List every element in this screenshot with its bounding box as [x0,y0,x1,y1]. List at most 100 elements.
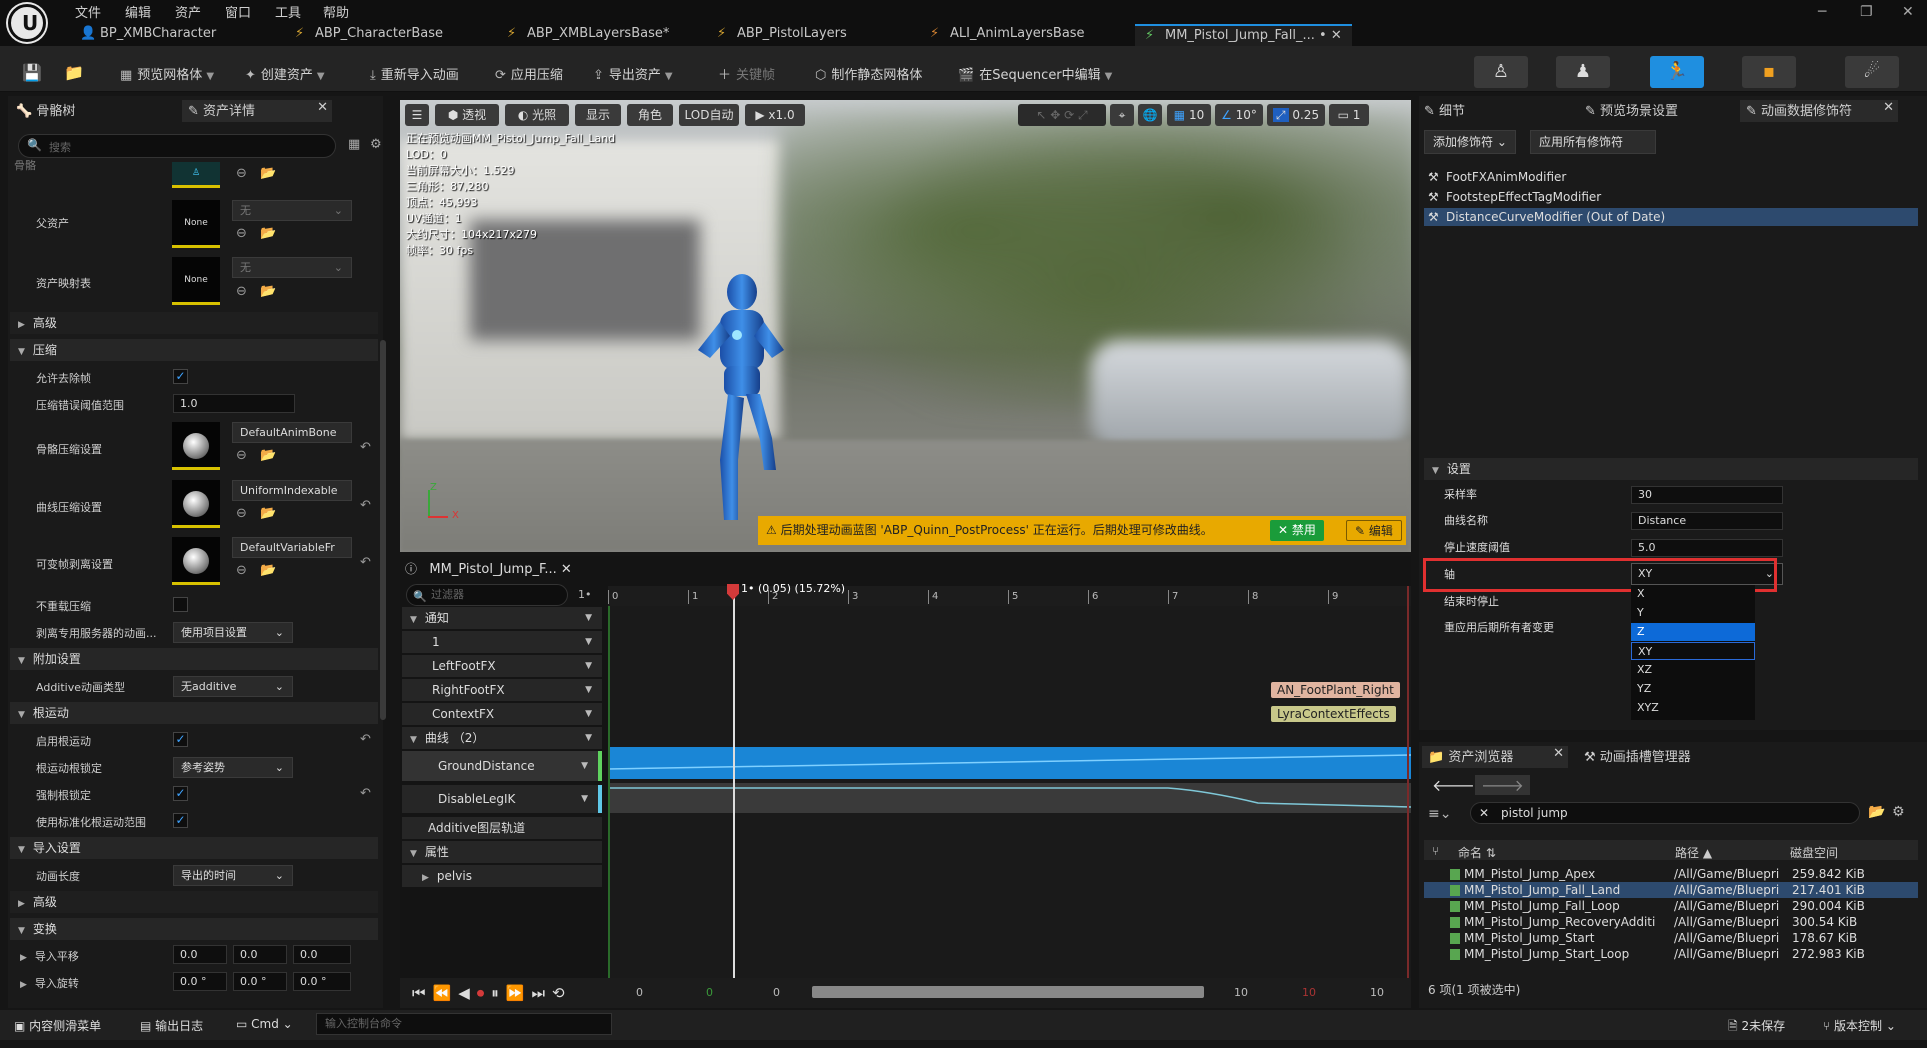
doc-tab-abp-characterbase[interactable]: ⚡ ABP_CharacterBase [295,26,443,46]
track-additive-layers[interactable]: Additive图层轨道 [402,817,602,839]
create-asset-button[interactable]: ✦ 创建资产 ▼ [245,64,325,84]
character-mannequin[interactable] [680,270,800,540]
asset-row[interactable]: MM_Pistol_Jump_Apex/All/Game/Bluepri 259.… [1424,866,1918,882]
tab-details[interactable]: ✎ 细节 [1424,100,1465,122]
name-column-header[interactable]: 命名 ⇅ [1458,844,1496,861]
root-motion-section[interactable]: ▼ 根运动 [10,702,378,724]
console-input[interactable]: 输入控制台命令 [316,1013,612,1035]
maximize-icon[interactable]: ❐ [1860,4,1873,20]
curve-name-field[interactable]: Distance [1631,512,1783,530]
no-compress-checkbox[interactable] [173,597,188,612]
notify-lyra-context[interactable]: LyraContextEffects [1271,706,1396,722]
anim-length-dropdown[interactable]: 导出的时间 ⌄ [173,865,293,886]
browse-asset-icon[interactable]: 📂 [260,166,276,181]
close-window-icon[interactable]: ✕ [1902,4,1914,20]
normalized-root-checkbox[interactable]: ✓ [173,813,188,828]
menu-tools[interactable]: 工具 [275,2,301,22]
axis-option-y[interactable]: Y [1631,604,1755,622]
tab-asset-browser[interactable]: 📁 资产浏览器 ✕ [1422,746,1568,768]
forward-arrow-icon[interactable]: 🡒 [1475,775,1530,795]
preview-mesh-button[interactable]: ▦ 预览网格体 ▼ [120,64,214,84]
output-log-button[interactable]: ▤ 输出日志 [140,1017,203,1034]
settings-section[interactable]: ▼ 设置 [1424,458,1918,480]
angle-snap-button[interactable]: ∠ 10° [1215,104,1263,126]
rotation-x-field[interactable]: 0.0 ° [173,972,227,991]
dropdown-icon[interactable]: ▼ [585,607,592,629]
menu-help[interactable]: 帮助 [323,2,349,22]
minimize-icon[interactable]: ─ [1818,4,1826,20]
translation-x-field[interactable]: 0.0 [173,945,227,964]
browse-asset-icon[interactable]: 📂 [260,506,276,521]
settings-gear-icon[interactable]: ⚙ [370,137,382,152]
reset-to-default-icon[interactable]: ↶ [360,732,371,747]
left-scrollbar[interactable] [380,340,386,720]
asset-row[interactable]: MM_Pistol_Jump_Fall_Loop/All/Game/Bluepr… [1424,898,1918,914]
source-control-button[interactable]: ⑂ 版本控制 ⌄ [1823,1017,1896,1034]
track-notifies[interactable]: ▼ 通知 ▼ [402,607,602,629]
grid-view-icon[interactable]: ▦ [348,137,360,152]
cmd-dropdown[interactable]: ▭ Cmd ⌄ [236,1017,293,1031]
reset-to-default-icon[interactable]: ↶ [360,440,371,455]
axis-option-xy[interactable]: XY [1631,642,1755,660]
edit-in-sequencer-button[interactable]: 🎬 在Sequencer中编辑 ▼ [958,64,1112,84]
advanced-section-2[interactable]: ▶ 高级 [10,891,378,913]
play-reverse-icon[interactable]: ◀ [458,984,477,1002]
loop-icon[interactable]: ⟲ [552,984,572,1002]
menu-asset[interactable]: 资产 [175,2,201,22]
rotation-z-field[interactable]: 0.0 ° [293,972,351,991]
tab-anim-modifiers[interactable]: ✎ 动画数据修饰符 ✕ [1740,100,1898,122]
physics-mode-button[interactable]: ☄ [1845,56,1899,88]
dropdown-icon[interactable]: ▼ [581,785,588,813]
allow-strip-checkbox[interactable]: ✓ [173,369,188,384]
modifier-item-footstep[interactable]: ⚒ FootstepEffectTagModifier [1424,188,1918,206]
doc-tab-abp-xmblayersbase[interactable]: ⚡ ABP_XMBLayersBase* [507,26,669,46]
use-selected-icon[interactable]: ⊖ [236,506,247,521]
keyframe-button[interactable]: ＋ 关键帧 [718,64,775,84]
mesh-mode-button[interactable]: ♟ [1556,56,1610,88]
dropdown-icon[interactable]: ▼ [585,703,592,725]
curve-compression-dropdown[interactable]: UniformIndexable [232,480,352,501]
browse-asset-icon[interactable]: 📂 [260,226,276,241]
axis-option-z[interactable]: Z [1631,623,1755,641]
add-modifier-button[interactable]: 添加修饰符 ⌄ [1424,130,1516,154]
track-disablelegik[interactable]: DisableLegIK ▼ [402,785,602,813]
skeleton-mode-button[interactable]: ♙ [1474,56,1528,88]
asset-row[interactable]: MM_Pistol_Jump_Start_Loop/All/Game/Bluep… [1424,946,1918,962]
scale-snap-button[interactable]: ⤢ 0.25 [1267,104,1325,126]
stop-threshold-field[interactable]: 5.0 [1631,539,1783,557]
reimport-button[interactable]: ⤓ 重新导入动画 [370,64,459,84]
close-tab-icon[interactable]: ✕ [561,562,572,577]
tab-asset-details[interactable]: ✎ 资产详情 ✕ [182,100,332,122]
modifier-item-distancecurve[interactable]: ⚒ DistanceCurveModifier (Out of Date) [1424,208,1918,226]
surface-snap-icon[interactable]: ⌖ [1110,104,1134,126]
variable-frame-dropdown[interactable]: DefaultVariableFr [232,537,352,558]
export-asset-button[interactable]: ⇪ 导出资产 ▼ [593,64,673,84]
enable-root-motion-checkbox[interactable]: ✓ [173,732,188,747]
world-local-icon[interactable]: 🌐 [1138,104,1162,126]
parent-asset-thumbnail[interactable]: None [172,200,220,248]
axis-option-xyz[interactable]: XYZ [1631,699,1755,717]
use-selected-icon[interactable]: ⊖ [236,563,247,578]
use-selected-icon[interactable]: ⊖ [236,284,247,299]
apply-all-modifiers-button[interactable]: 应用所有修饰符 [1530,130,1656,154]
timeline-tab[interactable]: ⓘ MM_Pistol_Jump_F... ✕ [405,560,572,582]
blueprint-mode-button[interactable]: ▪ [1742,56,1796,88]
parent-asset-dropdown[interactable]: 无 ⌄ [232,200,352,221]
dropdown-icon[interactable]: ▼ [581,751,588,781]
playhead[interactable] [733,586,735,978]
strip-server-dropdown[interactable]: 使用项目设置 ⌄ [173,622,293,643]
folder-open-icon[interactable]: 📂 [1868,804,1885,820]
save-icon[interactable]: 💾 [22,63,42,83]
tab-anim-slot-manager[interactable]: ⚒ 动画插槽管理器 [1584,746,1691,768]
content-drawer-button[interactable]: ▣ 内容侧滑菜单 [14,1017,101,1034]
back-arrow-icon[interactable]: 🡐 [1432,775,1475,795]
reset-to-default-icon[interactable]: ↶ [360,498,371,513]
settings-gear-icon[interactable]: ⚙ [1892,804,1905,820]
track-contextfx[interactable]: ContextFX ▼ [402,703,602,725]
asset-row[interactable]: MM_Pistol_Jump_Start/All/Game/Bluepri 178… [1424,930,1918,946]
dropdown-icon[interactable]: ▼ [585,727,592,749]
rotation-y-field[interactable]: 0.0 ° [233,972,287,991]
clear-search-icon[interactable]: ✕ [1479,803,1489,823]
track-grounddistance[interactable]: GroundDistance ▼ [402,751,602,781]
axis-option-yz[interactable]: YZ [1631,680,1755,698]
